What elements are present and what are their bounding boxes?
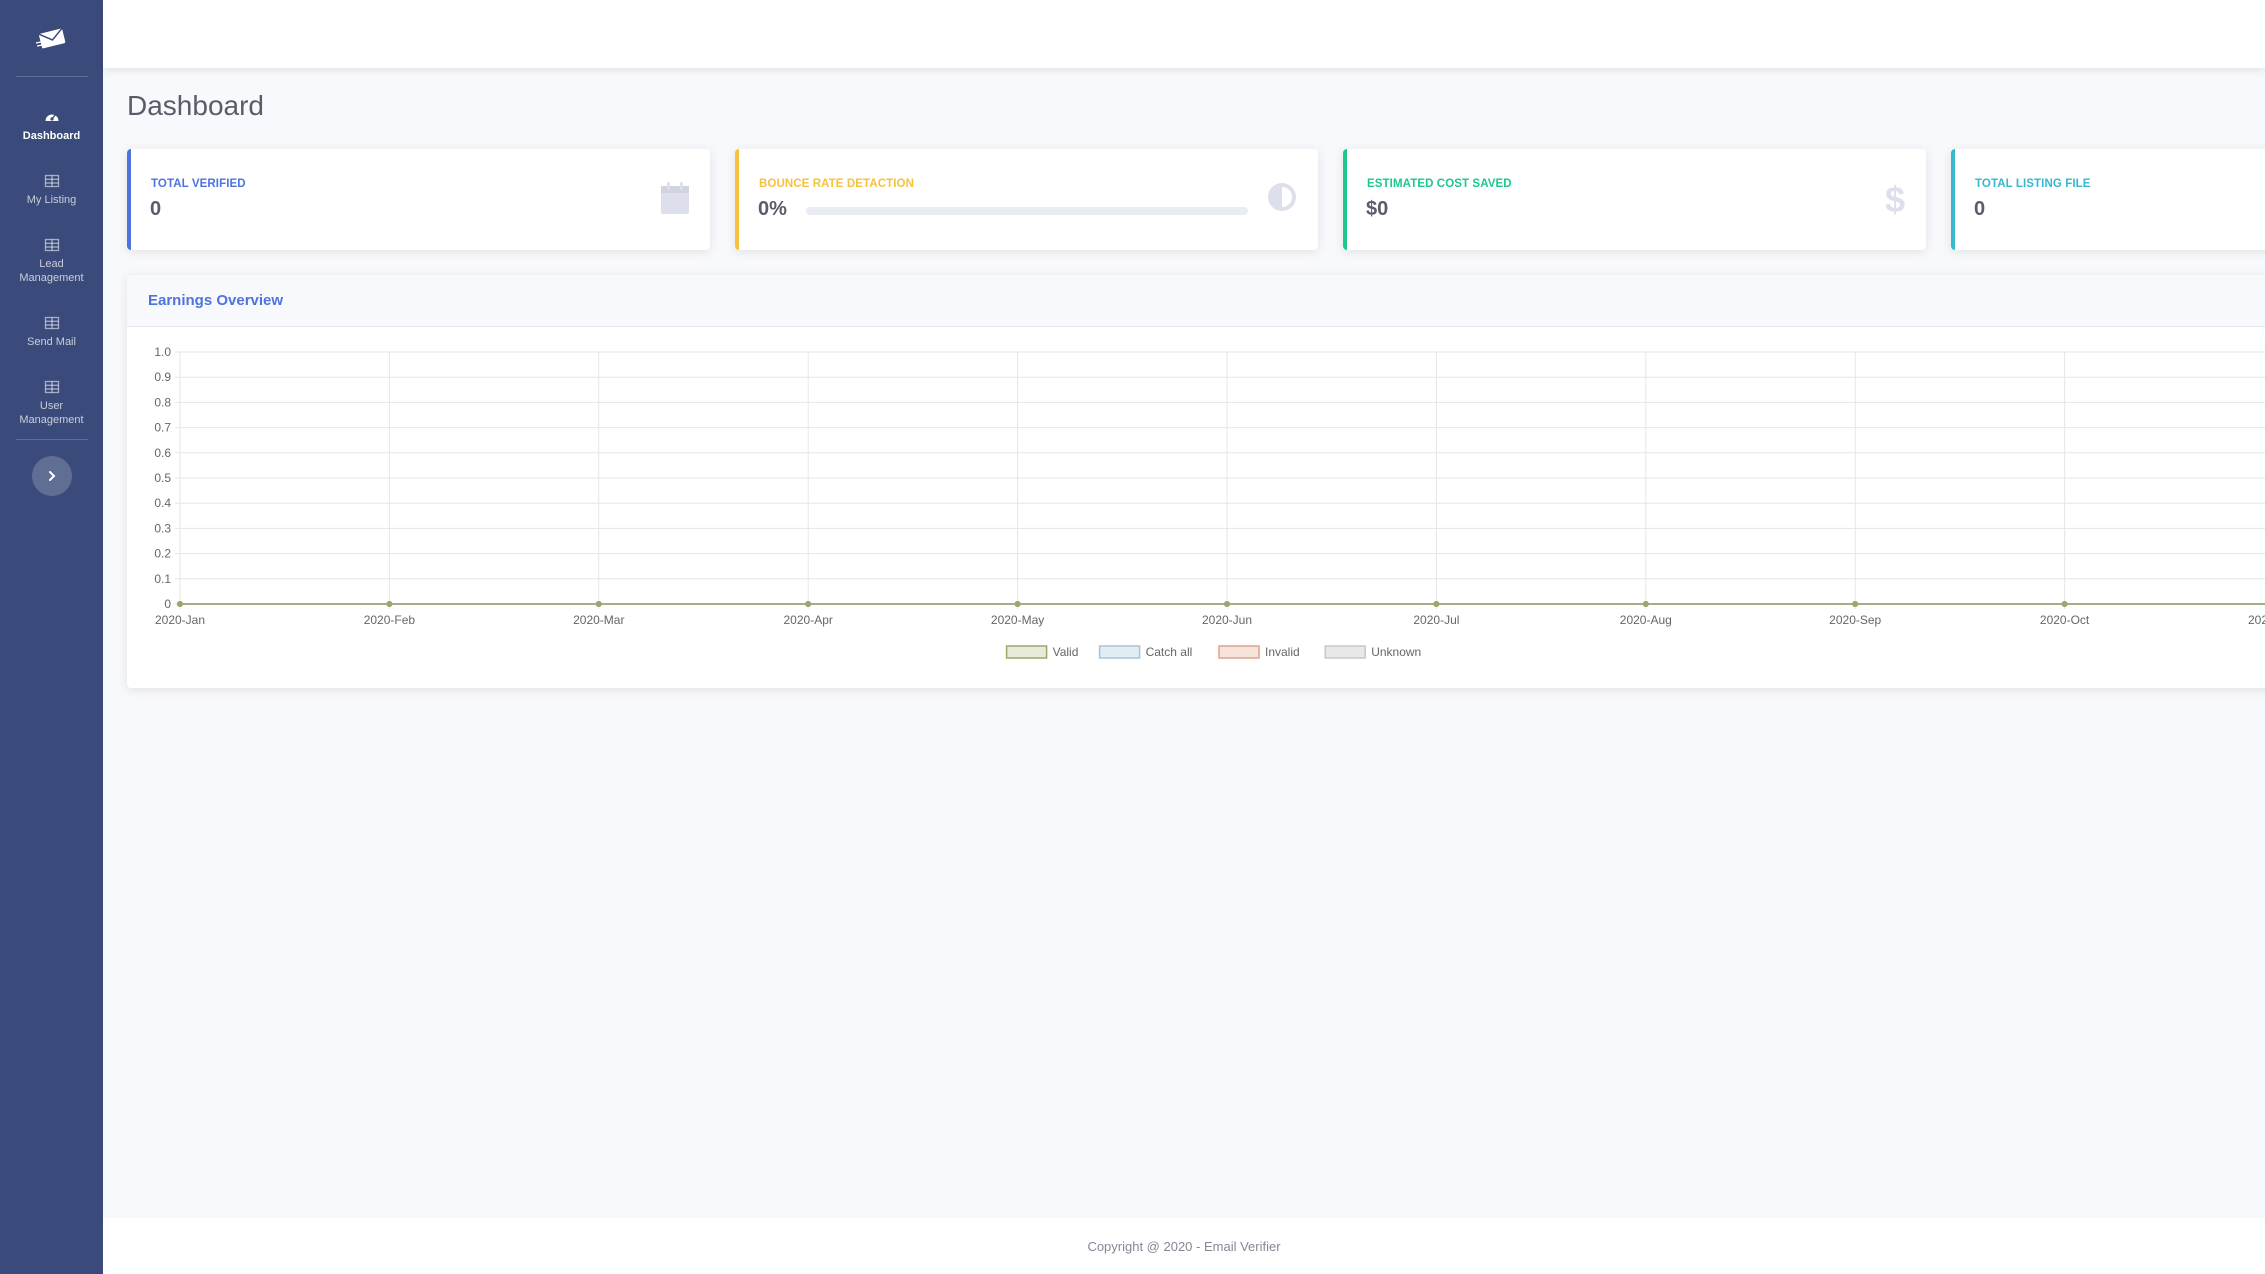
data-point [805,601,812,607]
table-icon [44,380,59,394]
sidebar: Dashboard My Listing Lead Management Sen… [0,0,103,1274]
card-label: TOTAL LISTING FILE [1975,178,2091,190]
legend-label: Invalid [1265,645,1300,659]
data-point [1852,601,1859,607]
sidebar-item-send-mail[interactable]: Send Mail [0,315,103,349]
legend-swatch [1098,645,1141,659]
y-tick-label: 0.9 [154,370,171,384]
gauge-icon [45,114,58,121]
y-tick-label: 0.1 [154,572,171,586]
sidebar-item-my-listing[interactable]: My Listing [0,173,103,207]
legend-swatch [1005,645,1048,659]
envelope-icon [35,27,65,49]
y-tick-label: 0.5 [154,471,171,485]
sidebar-item-label: Lead Management [19,258,84,284]
x-tick-label: 2020-Nov [2248,613,2265,627]
panel-header: Earnings Overview [127,275,2265,327]
panel-title: Earnings Overview [148,292,284,309]
y-tick-label: 0.8 [154,395,171,409]
earnings-chart: 1.0 0.9 0.8 0.7 0.6 0.5 0.4 0.3 0.2 0.1 0 2020-Jan 2… [154,345,2265,659]
topbar [103,0,2265,68]
bounce-rate-card: BOUNCE RATE DETACTION 0% [735,149,1318,250]
legend-swatch [1218,645,1260,659]
earnings-overview-panel: Earnings Overview 1.0 0.9 0.8 0.7 0.6 0.5 0.4 0… [127,275,2265,688]
svg-text:$: $ [1885,181,1905,217]
estimated-cost-card: ESTIMATED COST SAVED $0 $ [1343,149,1926,250]
card-value: 0% [758,198,787,220]
data-point [1642,601,1649,607]
table-icon [44,238,59,252]
card-accent-bar [127,149,131,250]
total-verified-card: TOTAL VERIFIED 0 [127,149,710,250]
data-point [595,601,602,607]
total-listing-file-card: TOTAL LISTING FILE 0 [1951,149,2265,250]
sidebar-divider [15,76,88,77]
y-tick-label: 0 [164,597,171,611]
x-tick-label: 2020-Aug [1620,613,1672,627]
sidebar-item-dashboard[interactable]: Dashboard [0,109,103,143]
x-tick-label: 2020-Jan [155,613,205,627]
table-icon [44,174,59,188]
y-tick-label: 0.4 [154,496,171,510]
card-accent-bar [735,149,739,250]
y-tick-label: 0.3 [154,521,171,535]
legend-swatch [1324,645,1366,659]
sidebar-item-lead-management[interactable]: Lead Management [0,237,103,285]
bounce-rate-progress [806,207,1248,215]
footer: Copyright @ 2020 - Email Verifier [103,1218,2265,1274]
sidebar-item-user-management[interactable]: User Management [0,379,103,427]
adjust-icon [1268,183,1296,211]
x-tick-label: 2020-Oct [2040,613,2090,627]
sidebar-item-label: Dashboard [22,130,81,142]
sidebar-item-label: User Management [19,400,84,426]
data-point [1014,601,1021,607]
x-tick-label: 2020-Jun [1202,613,1252,627]
sidebar-divider [15,439,88,440]
brand-logo[interactable] [0,0,103,76]
x-tick-label: 2020-May [991,613,1044,627]
card-value: 0 [1974,198,1986,220]
chevron-right-icon [48,471,55,481]
sidebar-item-label: My Listing [26,194,77,206]
legend-label: Unknown [1371,645,1421,659]
y-tick-label: 0.6 [154,446,171,460]
y-tick-label: 0.7 [154,421,171,435]
dollar-icon: $ [1885,181,1905,217]
card-accent-bar [1951,149,1955,250]
card-label: ESTIMATED COST SAVED [1367,178,1512,190]
sidebar-item-label: Send Mail [27,336,76,348]
x-tick-label: 2020-Apr [784,613,833,627]
data-point [386,601,393,607]
card-value: $0 [1366,198,1389,220]
page-title: Dashboard [127,90,264,121]
data-point [177,601,183,607]
y-tick-label: 1.0 [154,345,171,359]
copyright-text: Copyright @ 2020 - Email Verifier [1087,1238,1281,1254]
x-tick-label: 2020-Jul [1413,613,1459,627]
legend-label: Catch all [1146,645,1193,659]
sidebar-toggle-button[interactable] [31,456,72,496]
y-tick-label: 0.2 [154,547,171,561]
data-point [2061,601,2068,607]
card-label: TOTAL VERIFIED [151,178,246,190]
calendar-icon [661,182,689,214]
data-point [1433,601,1440,607]
card-accent-bar [1343,149,1347,250]
card-label: BOUNCE RATE DETACTION [759,178,915,190]
card-value: 0 [150,198,162,220]
legend-label: Valid [1053,645,1079,659]
x-tick-label: 2020-Feb [364,613,416,627]
x-tick-label: 2020-Sep [1829,613,1881,627]
table-icon [44,316,59,330]
data-point [1224,601,1230,607]
x-tick-label: 2020-Mar [573,613,624,627]
